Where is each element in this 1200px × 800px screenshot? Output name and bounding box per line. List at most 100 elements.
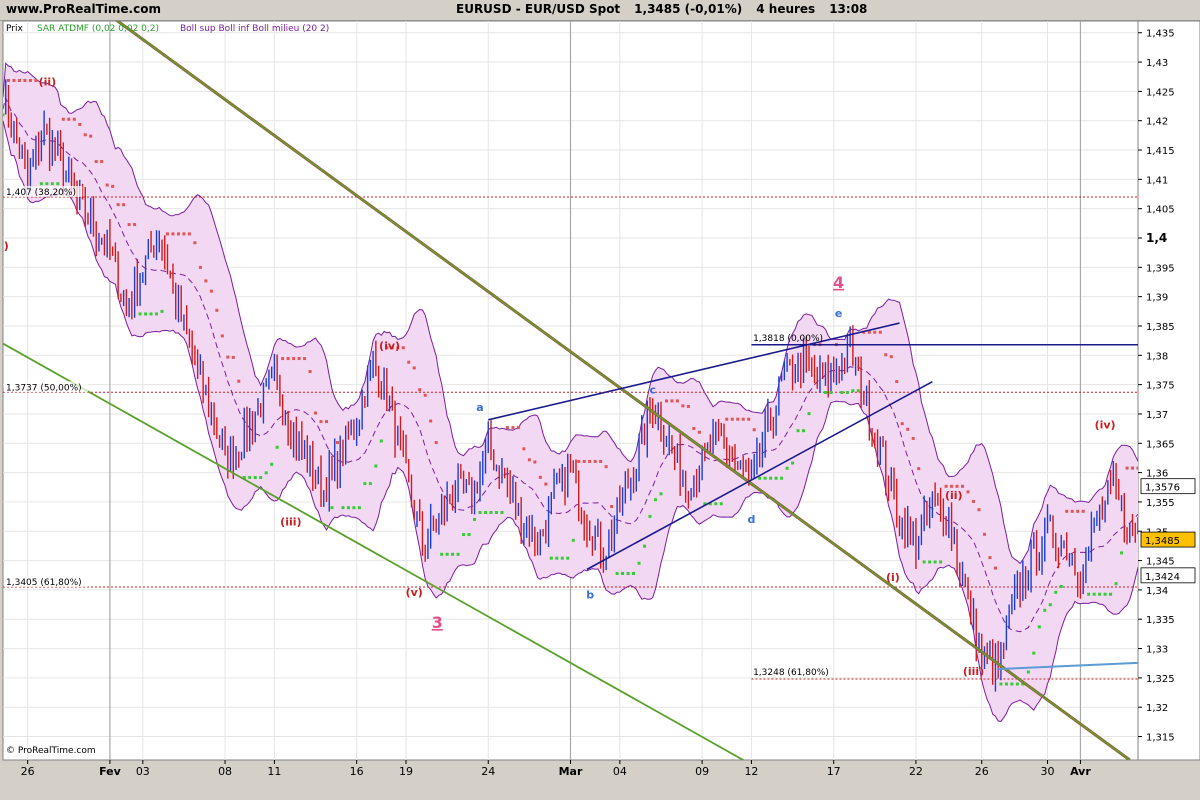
wave-label: (ii): [945, 489, 963, 502]
date-tick-label: 22: [909, 765, 923, 778]
sar-dot: [1037, 625, 1041, 629]
sar-dot: [1010, 682, 1014, 686]
legend-price: Prix: [6, 24, 23, 34]
wave-label: 4: [833, 273, 844, 292]
sar-dot: [1032, 651, 1036, 655]
wave-label: c: [649, 383, 656, 396]
sar-dot: [549, 556, 553, 560]
date-tick-label: 17: [827, 765, 841, 778]
sar-dot: [368, 482, 372, 486]
sar-dot: [582, 459, 586, 463]
wave-label: a: [476, 401, 483, 414]
sar-dot: [144, 312, 148, 316]
sar-dot: [445, 552, 449, 556]
sar-dot: [374, 464, 378, 468]
sar-dot: [56, 182, 60, 186]
sar-dot: [149, 312, 153, 316]
chart-window: www.ProRealTime.com EURUSD - EUR/USD Spo…: [0, 0, 1200, 800]
legend-sar: SAR ATDMF (0,02 0,02 0,2): [37, 24, 159, 34]
sar-dot: [884, 353, 888, 357]
sar-dot: [944, 484, 948, 488]
sar-dot: [604, 465, 608, 469]
date-tick-label: 12: [744, 765, 758, 778]
sar-dot: [950, 484, 954, 488]
date-tick-label: Avr: [1070, 765, 1091, 778]
price-tick-label: 1,345: [1146, 557, 1175, 568]
sar-dot: [204, 279, 208, 283]
instrument-title: EURUSD - EUR/USD Spot 1,3485 (-0,01%) 4 he…: [456, 2, 881, 16]
sar-dot: [522, 447, 526, 451]
sar-dot: [182, 232, 186, 236]
sar-dot: [489, 511, 493, 515]
date-tick-label: 26: [21, 765, 35, 778]
sar-dot: [566, 556, 570, 560]
sar-dot: [977, 508, 981, 512]
sar-dot: [697, 430, 701, 434]
sar-dot: [928, 560, 932, 564]
wave-label: ): [4, 240, 9, 253]
price-tick-label: 1,375: [1146, 381, 1175, 392]
sar-dot: [856, 389, 860, 393]
sar-dot: [555, 556, 559, 560]
sar-dot: [187, 232, 191, 236]
sar-dot: [456, 552, 460, 556]
sar-dot: [588, 459, 592, 463]
sar-dot: [982, 532, 986, 536]
sar-dot: [922, 560, 926, 564]
sar-dot: [895, 380, 899, 384]
sar-dot: [215, 308, 219, 312]
sar-dot: [939, 560, 943, 564]
sar-dot: [527, 458, 531, 462]
sar-dot: [648, 514, 652, 518]
sar-dot: [1076, 509, 1080, 513]
sar-dot: [966, 490, 970, 494]
price-tick-label: 1,325: [1146, 674, 1175, 685]
sar-dot: [193, 241, 197, 245]
date-tick-label: 03: [136, 765, 150, 778]
sar-dot: [719, 502, 723, 506]
sar-dot: [281, 357, 285, 361]
sar-dot: [94, 160, 98, 164]
sar-dot: [127, 223, 131, 227]
sar-dot: [1048, 603, 1052, 607]
date-tick-label: 30: [1041, 765, 1055, 778]
date-tick-label: 04: [613, 765, 627, 778]
sar-dot: [270, 462, 274, 466]
wave-label: (i): [886, 571, 900, 584]
price-box-label: 1,3485: [1145, 536, 1180, 547]
sar-dot: [544, 482, 548, 486]
timeframe: 4 heures: [756, 2, 816, 16]
sar-dot: [352, 506, 356, 510]
site-name[interactable]: www.ProRealTime.com: [6, 2, 161, 16]
wave-label: (ii): [39, 76, 57, 89]
price-tick-label: 1,39: [1146, 293, 1168, 304]
date-tick-label: 24: [481, 765, 495, 778]
price-tick-label: 1,405: [1146, 205, 1175, 216]
price-tick-label: 1,33: [1146, 645, 1168, 656]
sar-dot: [999, 682, 1003, 686]
sar-dot: [155, 312, 159, 316]
sar-dot: [133, 223, 137, 227]
sar-dot: [621, 571, 625, 575]
sar-dot: [17, 78, 21, 82]
sar-dot: [1070, 509, 1074, 513]
price-tick-label: 1,43: [1146, 58, 1168, 69]
sar-dot: [1103, 592, 1107, 596]
sar-dot: [610, 504, 614, 508]
sar-dot: [730, 417, 734, 421]
sar-dot: [6, 78, 10, 82]
sar-dot: [752, 428, 756, 432]
sar-dot: [171, 232, 175, 236]
sar-dot: [1015, 682, 1019, 686]
sar-dot: [303, 357, 307, 361]
sar-dot: [3, 113, 5, 117]
price-tick-label: 1,395: [1146, 263, 1175, 274]
price-chart[interactable]: 1,407 (38,20%) 1,3737 (50,00%) 1,3405 (61,…: [0, 20, 1200, 800]
price-tick-label: 1,355: [1146, 498, 1175, 509]
sar-dot: [484, 511, 488, 515]
sar-dot: [319, 420, 323, 424]
sar-dot: [593, 459, 597, 463]
sar-dot: [577, 459, 581, 463]
sar-dot: [845, 391, 849, 395]
sar-dot: [692, 426, 696, 430]
